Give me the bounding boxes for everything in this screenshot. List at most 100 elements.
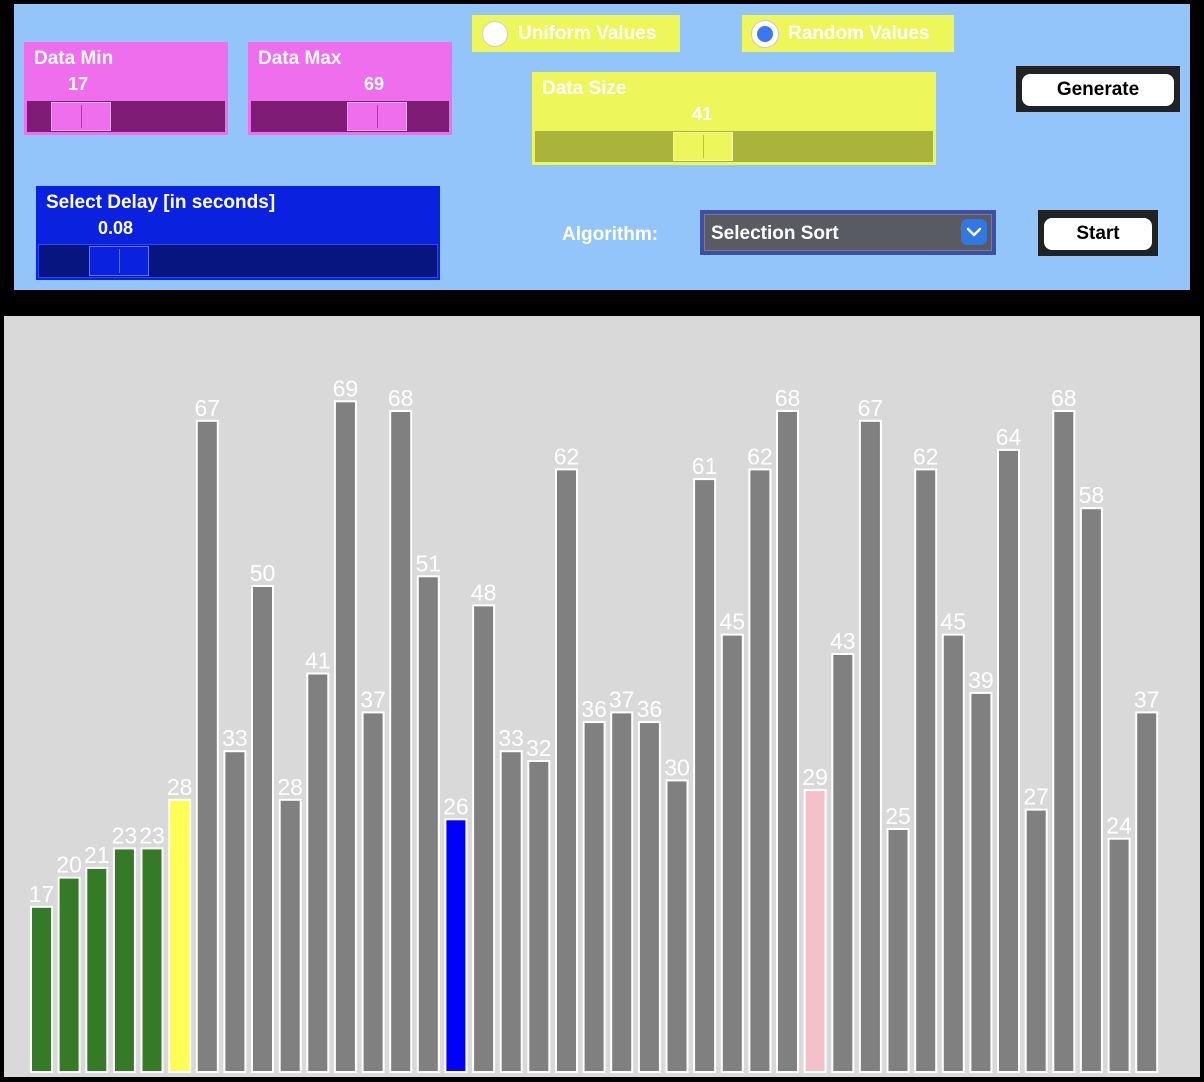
bar-17 [472,604,496,1073]
bar-40 [1107,837,1131,1074]
data-min-slider-thumb[interactable] [51,102,111,131]
algorithm-select-value: Selection Sort [711,223,839,244]
bar-value-label-30: 43 [830,628,856,654]
data-size-label: Data Size [542,78,627,99]
start-button-frame: Start [1038,210,1158,256]
delay-slider-thumb[interactable] [89,246,149,276]
bar-16 [444,818,468,1073]
bar-chart: 17 20 21 23 23 28 67 33 50 28 41 69 37 68 51 26 48 33 32 62… [4,316,1200,1077]
delay-label: Select Delay [in seconds] [46,192,276,213]
uniform-values-radio[interactable]: Uniform Values [472,15,680,52]
bar-value-label-21: 36 [581,696,607,722]
bar-12 [333,400,357,1074]
bar-chart-svg: 1720 2123 2328673350284169376851264833 3262… [29,375,1160,1074]
bar-27 [748,468,772,1073]
bar-38 [1052,410,1076,1073]
bar-13 [361,711,385,1073]
bar-value-label-38: 68 [1051,385,1077,411]
bar-3 [85,866,109,1074]
random-values-label: Random Values [788,22,930,44]
random-values-radio[interactable]: Random Values [742,15,954,52]
generate-button-frame: Generate [1016,66,1180,112]
bar-value-label-3: 21 [84,842,110,868]
start-button[interactable]: Start [1044,218,1152,250]
bar-value-label-1: 17 [29,881,55,907]
bar-value-label-27: 62 [747,443,773,469]
bar-30 [831,653,855,1073]
data-size-slider-thumb[interactable] [673,132,733,161]
bar-value-label-10: 28 [277,774,303,800]
data-size-slider[interactable] [534,130,934,163]
bar-value-label-35: 39 [968,667,994,693]
bar-value-label-20: 62 [554,443,580,469]
bar-5 [140,847,164,1074]
bar-value-label-34: 45 [941,609,967,635]
bar-18 [499,750,523,1073]
radio-unchecked-icon [482,20,508,47]
bar-value-label-14: 68 [388,385,414,411]
bar-35 [969,691,993,1073]
bar-1 [30,905,53,1073]
control-panel: Data Min 17 Data Max 69 Uniform Values R… [14,4,1190,290]
bar-value-label-2: 20 [56,852,82,878]
bar-value-label-11: 41 [305,648,331,674]
bar-value-label-32: 25 [885,803,911,829]
bar-10 [278,798,302,1073]
generate-button[interactable]: Generate [1022,74,1174,106]
bar-31 [858,419,882,1074]
bar-33 [914,468,938,1073]
bar-14 [389,410,413,1073]
algorithm-select[interactable]: Selection Sort [700,210,996,255]
bar-value-label-19: 32 [526,735,552,761]
data-max-slider[interactable] [250,100,450,133]
bar-value-label-5: 23 [139,822,165,848]
delay-value: 0.08 [98,218,134,238]
data-min-panel: Data Min 17 [24,42,228,135]
bar-value-label-39: 58 [1079,482,1105,508]
bar-value-label-16: 26 [443,793,469,819]
algorithm-select-field[interactable]: Selection Sort [704,214,992,251]
bar-value-label-28: 68 [775,385,801,411]
bar-value-label-8: 33 [222,725,248,751]
bar-2 [57,876,81,1073]
bar-value-label-12: 69 [333,375,359,401]
bar-21 [582,721,606,1073]
bar-value-label-37: 27 [1023,784,1049,810]
data-size-value: 41 [692,104,713,124]
bar-19 [527,760,551,1073]
chart-frame: 17 20 21 23 23 28 67 33 50 28 41 69 37 68 51 26 48 33 32 62… [0,310,1204,1082]
bar-20 [555,468,578,1073]
bar-8 [223,750,247,1073]
bar-22 [610,711,634,1073]
data-max-slider-thumb[interactable] [347,102,407,131]
radio-checked-icon [752,20,778,47]
bar-28 [776,410,799,1073]
bar-26 [720,633,744,1073]
data-min-label: Data Min [34,48,114,69]
bar-value-label-17: 48 [471,579,497,605]
bar-32 [886,828,910,1073]
bar-value-label-23: 36 [637,696,663,722]
delay-panel: Select Delay [in seconds] 0.08 [36,186,440,280]
data-min-slider[interactable] [26,100,226,133]
bar-value-label-13: 37 [360,686,386,712]
bar-value-label-40: 24 [1106,813,1132,839]
data-min-value: 17 [68,74,89,94]
bar-value-label-15: 51 [416,550,442,576]
data-size-panel: Data Size 41 [532,72,936,165]
bar-7 [195,419,219,1074]
bar-6 [168,798,192,1073]
bar-41 [1135,711,1159,1073]
bar-15 [416,575,440,1073]
uniform-values-label: Uniform Values [518,22,657,44]
algorithm-label: Algorithm: [562,224,659,245]
chevron-down-icon[interactable] [961,219,987,245]
bar-24 [665,779,689,1073]
bar-value-label-41: 37 [1134,686,1160,712]
bar-value-label-18: 33 [498,725,524,751]
bar-25 [693,478,717,1074]
delay-slider[interactable] [38,244,438,278]
bar-4 [112,847,136,1074]
bar-value-label-26: 45 [720,609,746,635]
bar-value-label-36: 64 [996,424,1022,450]
